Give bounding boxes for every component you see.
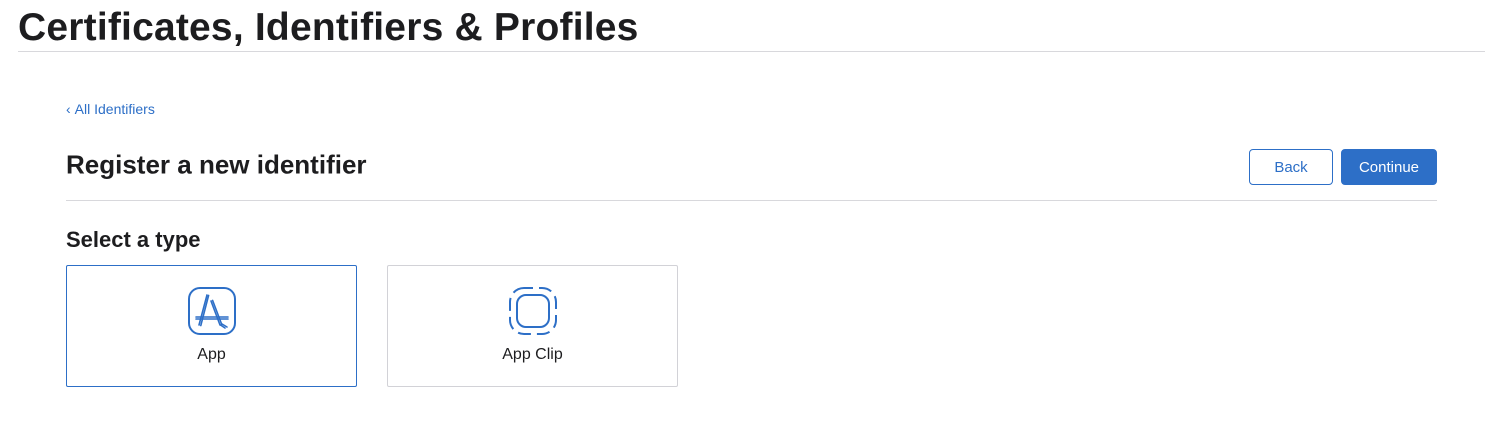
- continue-button[interactable]: Continue: [1341, 149, 1437, 185]
- select-type-title: Select a type: [66, 227, 201, 252]
- type-option-app-clip-label: App Clip: [502, 346, 563, 363]
- page-header: Certificates, Identifiers & Profiles: [18, 6, 1485, 52]
- chevron-left-icon: ‹: [66, 101, 71, 117]
- title-row: Register a new identifier Back Continue: [66, 133, 1437, 201]
- all-identifiers-link[interactable]: ‹ All Identifiers: [66, 100, 155, 118]
- type-option-app[interactable]: App: [66, 265, 357, 387]
- all-identifiers-label: All Identifiers: [74, 101, 155, 117]
- section-title: Register a new identifier: [66, 149, 367, 180]
- type-option-app-clip[interactable]: App Clip: [387, 265, 678, 387]
- app-store-icon: [187, 287, 236, 335]
- main-content: ‹ All Identifiers Register a new identifi…: [66, 100, 1437, 387]
- type-options: App App Clip: [66, 265, 1437, 387]
- page-title: Certificates, Identifiers & Profiles: [18, 6, 639, 49]
- type-option-app-label: App: [197, 346, 226, 363]
- back-button[interactable]: Back: [1249, 149, 1333, 185]
- app-clip-icon: [508, 287, 557, 335]
